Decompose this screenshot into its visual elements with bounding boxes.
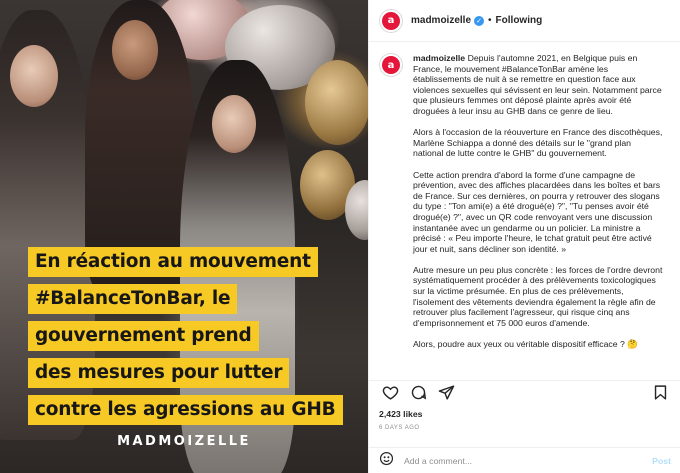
caption-paragraph: Alors à l'occasion de la réouverture en …	[413, 127, 663, 159]
post-panel: a madmoizelle ✓ • Following a madmoizell…	[368, 0, 680, 473]
headline-line: gouvernement prend	[28, 321, 259, 351]
comment-icon[interactable]	[407, 382, 429, 404]
post-header: a madmoizelle ✓ • Following	[369, 0, 680, 42]
caption-paragraph: Autre mesure un peu plus concrète : les …	[413, 264, 663, 328]
bookmark-icon[interactable]	[649, 382, 671, 404]
username-link[interactable]: madmoizelle	[411, 15, 471, 26]
caption-paragraph: Cette action prendra d'abord la forme d'…	[413, 169, 661, 254]
smiley-icon[interactable]	[379, 451, 394, 471]
headline-line: #BalanceTonBar, le	[28, 284, 238, 314]
headline-overlay: En réaction au mouvement #BalanceTonBar,…	[28, 247, 358, 432]
avatar-logo-icon: a	[382, 11, 400, 30]
heart-icon[interactable]	[379, 382, 401, 404]
headline-line: des mesures pour lutter	[28, 358, 290, 388]
like-count[interactable]: 2,423 likes	[379, 409, 422, 419]
post-timestamp[interactable]: 6 DAYS AGO	[379, 425, 420, 431]
face-middle	[112, 20, 158, 80]
caption-paragraph: madmoizelle Depuis l'automne 2021, en Be…	[413, 53, 663, 117]
caption-paragraph: Alors, poudre aux yeux ou véritable disp…	[413, 339, 639, 350]
avatar-logo-icon: a	[382, 56, 400, 74]
headline-line: contre les agressions au GHB	[28, 395, 343, 425]
face-left	[10, 45, 58, 107]
action-bar	[369, 380, 680, 404]
comment-input[interactable]	[404, 455, 653, 466]
gold-balloon	[305, 60, 368, 145]
following-button[interactable]: Following	[496, 15, 543, 26]
post-image[interactable]: En réaction au mouvement #BalanceTonBar,…	[0, 0, 368, 473]
share-icon[interactable]	[435, 382, 457, 404]
avatar[interactable]: a	[379, 53, 403, 77]
avatar[interactable]: a	[379, 8, 403, 33]
verified-check-icon: ✓	[474, 15, 485, 26]
comment-bar: Post	[369, 447, 680, 473]
brand-logo: MADMOIZELLE	[117, 434, 251, 449]
caption-username[interactable]: madmoizelle	[413, 53, 465, 63]
post-comment-button[interactable]: Post	[652, 456, 671, 466]
separator-dot: •	[488, 15, 492, 26]
headline-line: En réaction au mouvement	[28, 247, 318, 277]
caption-area: a madmoizelle Depuis l'automne 2021, en …	[369, 42, 680, 380]
face-right	[212, 95, 256, 153]
caption: madmoizelle Depuis l'automne 2021, en Be…	[413, 53, 663, 380]
